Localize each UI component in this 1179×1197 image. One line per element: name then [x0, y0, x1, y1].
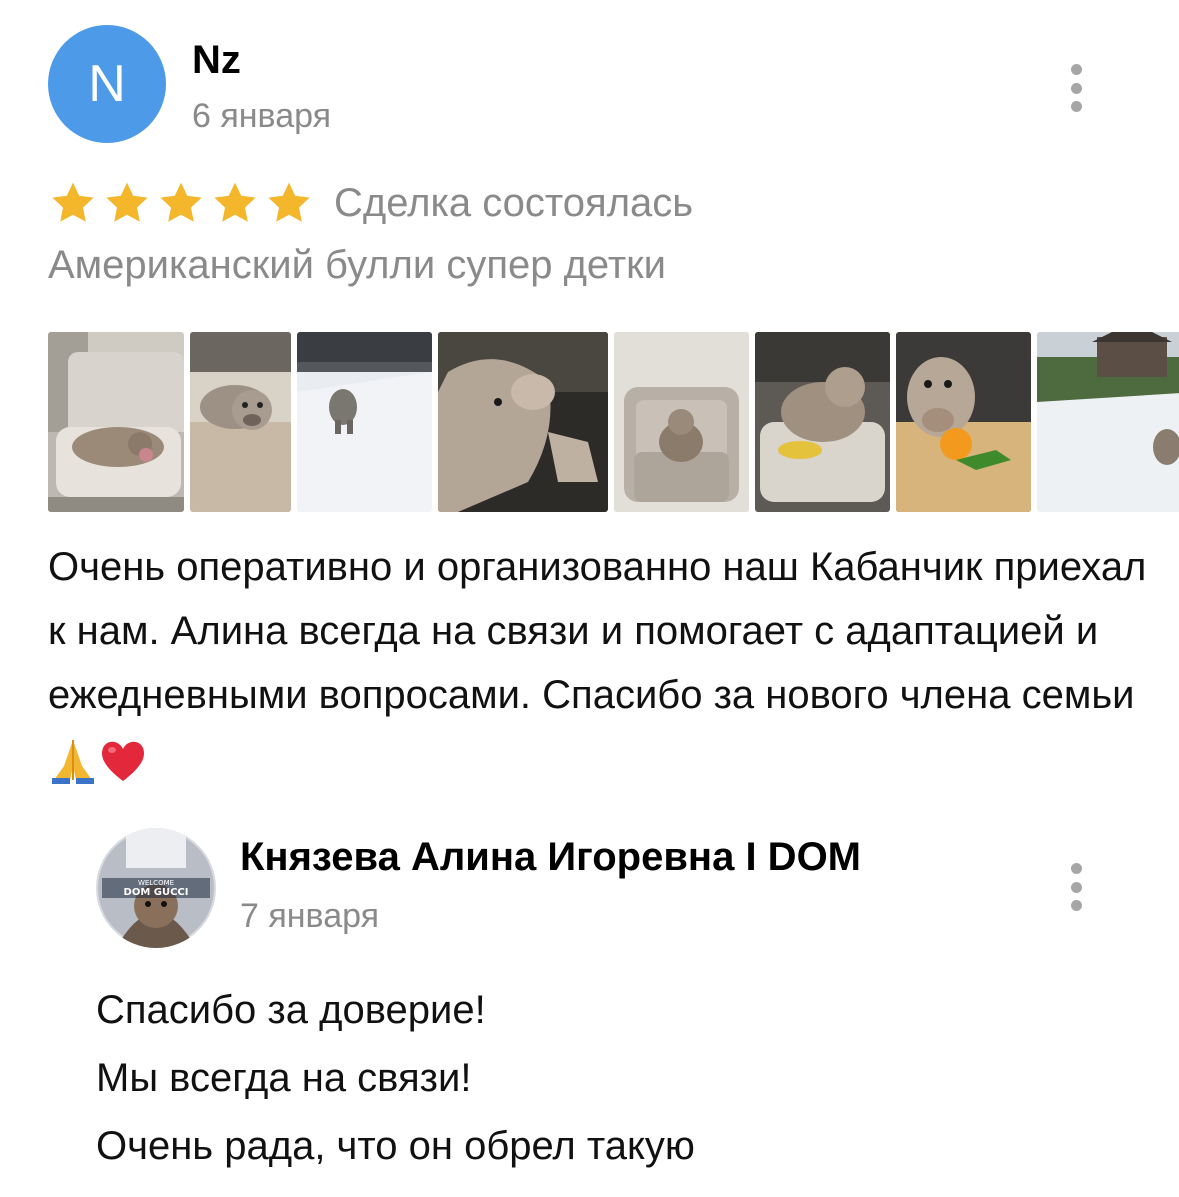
photo-dog-lying-on-floor[interactable]: [190, 332, 291, 512]
seller-avatar-brand: DOM GUCCI: [124, 887, 189, 898]
photo-dog-on-sofa-bed[interactable]: [48, 332, 184, 512]
seller-avatar-welcome: WELCOME: [138, 879, 174, 887]
ad-title[interactable]: Американский булли супер детки: [48, 243, 666, 288]
review-date: 6 января: [192, 97, 332, 135]
star-icon: [214, 182, 256, 222]
seller-name[interactable]: Князева Алина Игоревна I DOM: [240, 835, 861, 880]
photo-dog-in-snow[interactable]: [297, 332, 432, 512]
review-more-icon[interactable]: [1066, 64, 1086, 112]
reply-more-icon[interactable]: [1066, 863, 1086, 911]
reply-text: Спасибо за доверие! Мы всегда на связи! …: [96, 976, 1136, 1180]
heart-icon: [102, 742, 144, 782]
reply-line: Очень рада, что он обрел такую: [96, 1124, 695, 1168]
review-card: N Nz 6 января Сделка состоялась Американ…: [0, 0, 1179, 1197]
photo-dog-closeup-profile[interactable]: [438, 332, 608, 512]
photo-dog-snowy-yard[interactable]: [1037, 332, 1179, 512]
reply-date: 7 января: [240, 897, 380, 935]
star-rating: [48, 179, 314, 227]
pray-icon: [52, 740, 94, 785]
photo-dog-in-armchair[interactable]: [614, 332, 749, 512]
reply-line: Мы всегда на связи!: [96, 1056, 472, 1100]
star-icon: [160, 182, 202, 222]
photo-dog-on-dog-bed[interactable]: [755, 332, 890, 512]
star-icon: [106, 182, 148, 222]
photo-dog-with-orange[interactable]: [896, 332, 1031, 512]
rating-row: Сделка состоялась: [48, 175, 693, 231]
photo-strip[interactable]: [48, 332, 1179, 512]
star-icon: [52, 182, 94, 222]
reply-line: Спасибо за доверие!: [96, 988, 486, 1032]
star-icon: [268, 182, 310, 222]
author-avatar[interactable]: N: [48, 25, 166, 143]
review-text: Очень оперативно и организованно наш Каб…: [48, 535, 1148, 791]
author-name[interactable]: Nz: [192, 38, 241, 83]
seller-avatar[interactable]: WELCOME DOM GUCCI: [96, 828, 216, 948]
deal-status: Сделка состоялась: [334, 180, 694, 225]
